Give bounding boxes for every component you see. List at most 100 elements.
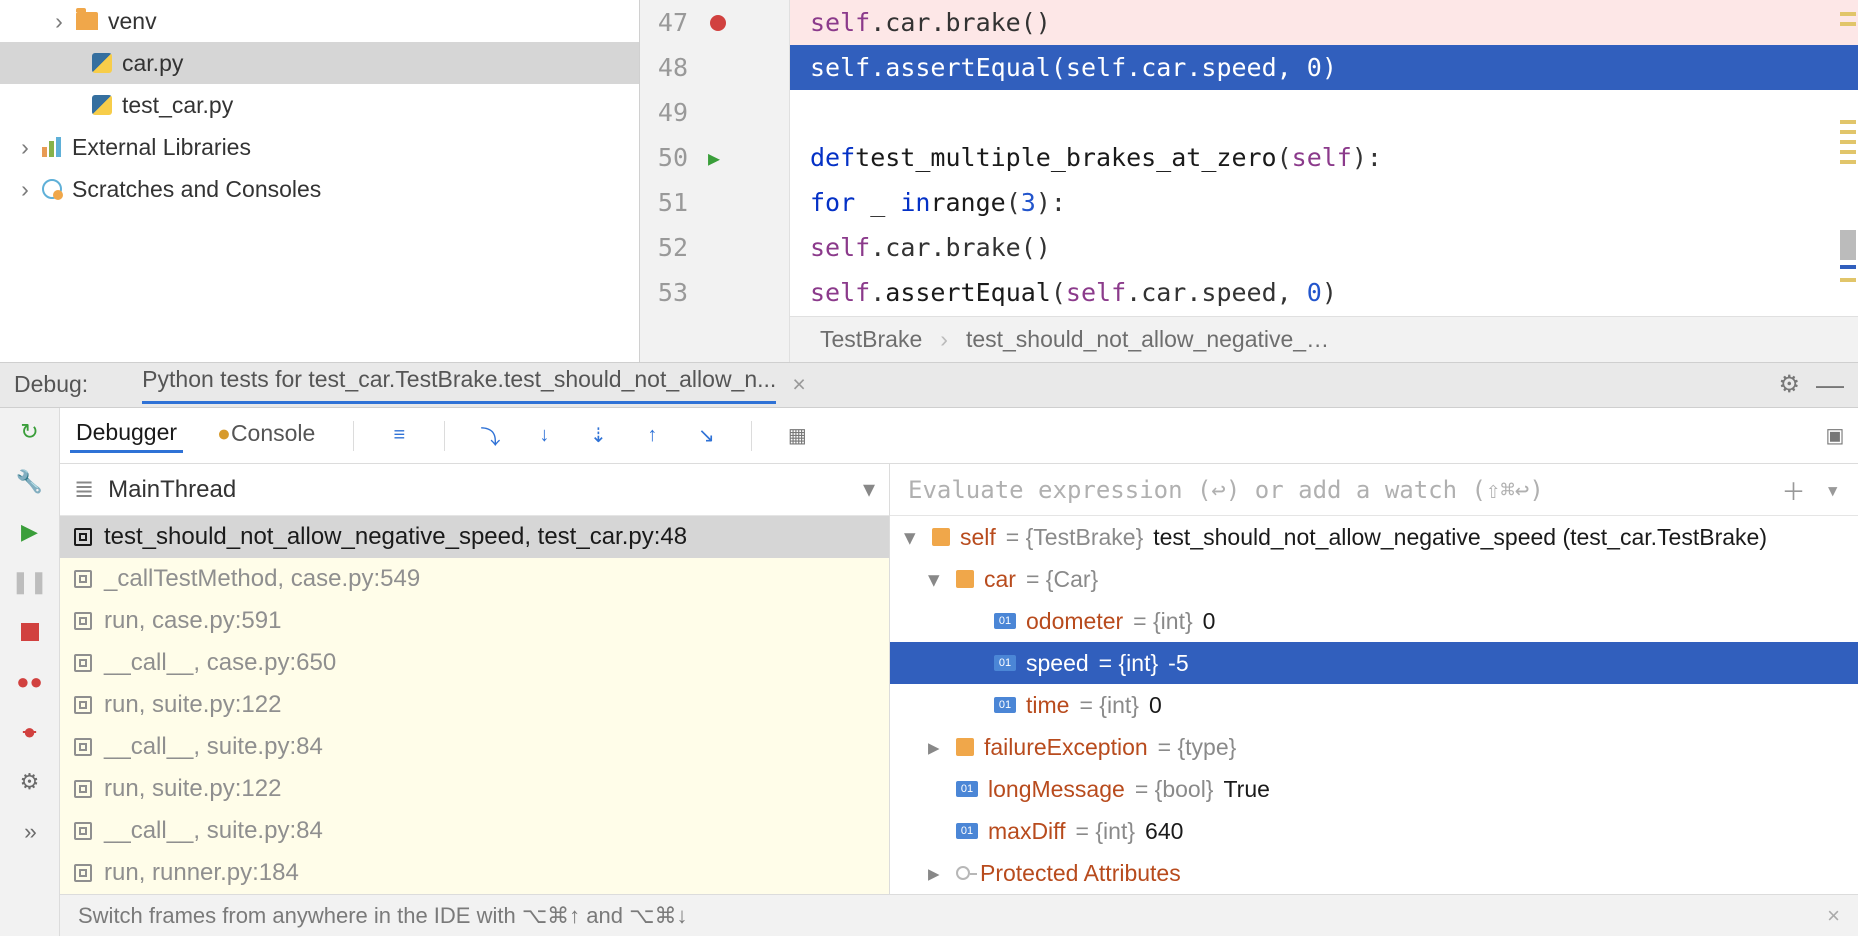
hint-bar: Switch frames from anywhere in the IDE w… xyxy=(60,894,1858,936)
line-number[interactable]: 53 xyxy=(640,278,700,307)
code-line[interactable]: self.car.brake() xyxy=(790,225,1858,270)
step-into-my-code-icon[interactable]: ⇣ xyxy=(585,423,611,449)
code-line[interactable]: def test_multiple_brakes_at_zero(self): xyxy=(790,135,1858,180)
thread-selector[interactable]: ≣ MainThread ▾ xyxy=(60,464,889,516)
project-tree[interactable]: › venv car.py test_car.py › External Lib… xyxy=(0,0,640,362)
stack-frame[interactable]: __call__, case.py:650 xyxy=(60,642,889,684)
chevron-icon[interactable]: ▾ xyxy=(904,524,922,551)
step-into-icon[interactable]: ↓ xyxy=(531,423,557,449)
line-number[interactable]: 50 xyxy=(640,143,700,172)
line-number[interactable]: 49 xyxy=(640,98,700,127)
frame-icon xyxy=(74,654,92,672)
variable-row[interactable]: ▾self = {TestBrake} test_should_not_allo… xyxy=(890,516,1858,558)
tree-item-test-car[interactable]: test_car.py xyxy=(0,84,639,126)
code-line[interactable]: self.car.brake() xyxy=(790,0,1858,45)
variable-row[interactable]: 01odometer = {int} 0 xyxy=(890,600,1858,642)
editor-marks-rail[interactable] xyxy=(1838,0,1858,362)
breadcrumb-item[interactable]: TestBrake xyxy=(820,326,922,353)
run-gutter-icon[interactable]: ▶ xyxy=(708,146,720,170)
more-icon[interactable]: ›› xyxy=(16,818,44,846)
chevron-right-icon[interactable]: › xyxy=(18,176,32,203)
variable-type: = {int} xyxy=(1076,818,1135,845)
tree-item-external-libraries[interactable]: › External Libraries xyxy=(0,126,639,168)
breadcrumb-item[interactable]: test_should_not_allow_negative_… xyxy=(966,326,1329,353)
stack-frame[interactable]: run, case.py:591 xyxy=(60,600,889,642)
breakpoint-icon[interactable] xyxy=(710,15,726,31)
tree-item-scratches[interactable]: › Scratches and Consoles xyxy=(0,168,639,210)
stop-icon[interactable] xyxy=(16,618,44,646)
settings-icon[interactable]: ⚙ xyxy=(16,768,44,796)
chevron-icon[interactable]: ▸ xyxy=(928,860,946,887)
frame-label: run, suite.py:122 xyxy=(104,691,281,719)
line-number[interactable]: 52 xyxy=(640,233,700,262)
tree-item-venv[interactable]: › venv xyxy=(0,0,639,42)
debug-session-title[interactable]: Python tests for test_car.TestBrake.test… xyxy=(142,366,776,404)
view-breakpoints-icon[interactable]: ●● xyxy=(16,668,44,696)
variable-row[interactable]: ▾car = {Car} xyxy=(890,558,1858,600)
code-line-current[interactable]: self.assertEqual(self.car.speed, 0) xyxy=(790,45,1858,90)
evaluate-expression-input[interactable]: Evaluate expression (↩) or add a watch (… xyxy=(890,464,1858,516)
rerun-icon[interactable]: ↻ xyxy=(16,418,44,446)
code-line[interactable] xyxy=(790,90,1858,135)
show-execution-point-icon[interactable]: ≡ xyxy=(386,423,412,449)
chevron-right-icon[interactable]: › xyxy=(18,134,32,161)
stack-frame[interactable]: test_should_not_allow_negative_speed, te… xyxy=(60,516,889,558)
stack-frame[interactable]: run, suite.py:122 xyxy=(60,768,889,810)
step-over-icon[interactable]: ⤵︎ xyxy=(477,423,503,449)
thread-name: MainThread xyxy=(108,476,236,504)
close-session-icon[interactable]: × xyxy=(792,371,805,398)
variable-row[interactable]: 01longMessage = {bool} True xyxy=(890,768,1858,810)
stack-frame[interactable]: run, runner.py:184 xyxy=(60,852,889,894)
code-line[interactable]: self.assertEqual(self.car.speed, 0) xyxy=(790,270,1858,315)
line-number[interactable]: 51 xyxy=(640,188,700,217)
minimize-icon[interactable]: — xyxy=(1816,369,1844,401)
pause-icon[interactable]: ❚❚ xyxy=(16,568,44,596)
variable-value: 0 xyxy=(1203,608,1216,635)
line-number[interactable]: 47 xyxy=(640,8,700,37)
frame-icon xyxy=(74,738,92,756)
chevron-down-icon[interactable]: ▾ xyxy=(863,475,875,504)
stack-frame[interactable]: _callTestMethod, case.py:549 xyxy=(60,558,889,600)
separator xyxy=(353,421,354,451)
variable-row[interactable]: ▸failureException = {type} xyxy=(890,726,1858,768)
python-file-icon xyxy=(92,95,112,115)
code-editor[interactable]: 47 48 49 50 ▶ 51 52 53 self.car.brake() s… xyxy=(640,0,1858,362)
evaluate-expression-icon[interactable]: ▦ xyxy=(784,423,810,449)
tree-label: car.py xyxy=(122,50,183,77)
editor-gutter[interactable]: 47 48 49 50 ▶ 51 52 53 xyxy=(640,0,790,362)
mute-breakpoints-icon[interactable]: ● xyxy=(16,718,44,746)
run-to-cursor-icon[interactable]: ↘ xyxy=(693,423,719,449)
chevron-down-icon[interactable]: ▾ xyxy=(1826,476,1840,504)
add-watch-icon[interactable]: ＋ xyxy=(1782,472,1806,507)
resume-icon[interactable]: ▶ xyxy=(16,518,44,546)
variable-row[interactable]: 01maxDiff = {int} 640 xyxy=(890,810,1858,852)
stack-frame[interactable]: run, suite.py:122 xyxy=(60,684,889,726)
tab-console[interactable]: ●Console xyxy=(211,420,321,451)
eval-placeholder: Evaluate expression (↩) or add a watch (… xyxy=(908,476,1544,504)
code-area[interactable]: self.car.brake() self.assertEqual(self.c… xyxy=(790,0,1858,362)
stack-frame[interactable]: __call__, suite.py:84 xyxy=(60,810,889,852)
variable-row[interactable]: ▸Protected Attributes xyxy=(890,852,1858,894)
variable-row[interactable]: 01speed = {int} -5 xyxy=(890,642,1858,684)
variable-name: time xyxy=(1026,692,1069,719)
breadcrumb[interactable]: TestBrake › test_should_not_allow_negati… xyxy=(790,316,1858,362)
gear-icon[interactable]: ⚙ xyxy=(1778,370,1800,399)
primitive-icon: 01 xyxy=(956,823,978,839)
layout-icon[interactable]: ▣ xyxy=(1822,423,1848,449)
step-out-icon[interactable]: ↑ xyxy=(639,423,665,449)
debug-tool-window-header[interactable]: Debug: Python tests for test_car.TestBra… xyxy=(0,362,1858,408)
chevron-icon[interactable]: ▸ xyxy=(928,734,946,761)
wrench-icon[interactable]: 🔧 xyxy=(16,468,44,496)
chevron-right-icon[interactable]: › xyxy=(52,8,66,35)
code-line[interactable]: for _ in range(3): xyxy=(790,180,1858,225)
stack-frame[interactable]: __call__, suite.py:84 xyxy=(60,726,889,768)
variable-row[interactable]: 01time = {int} 0 xyxy=(890,684,1858,726)
object-icon xyxy=(956,570,974,588)
variable-type: = {int} xyxy=(1079,692,1138,719)
close-icon[interactable]: × xyxy=(1827,903,1840,929)
variables-panel: Evaluate expression (↩) or add a watch (… xyxy=(890,464,1858,894)
tree-item-car[interactable]: car.py xyxy=(0,42,639,84)
chevron-icon[interactable]: ▾ xyxy=(928,566,946,593)
tab-debugger[interactable]: Debugger xyxy=(70,419,183,453)
line-number[interactable]: 48 xyxy=(640,53,700,82)
